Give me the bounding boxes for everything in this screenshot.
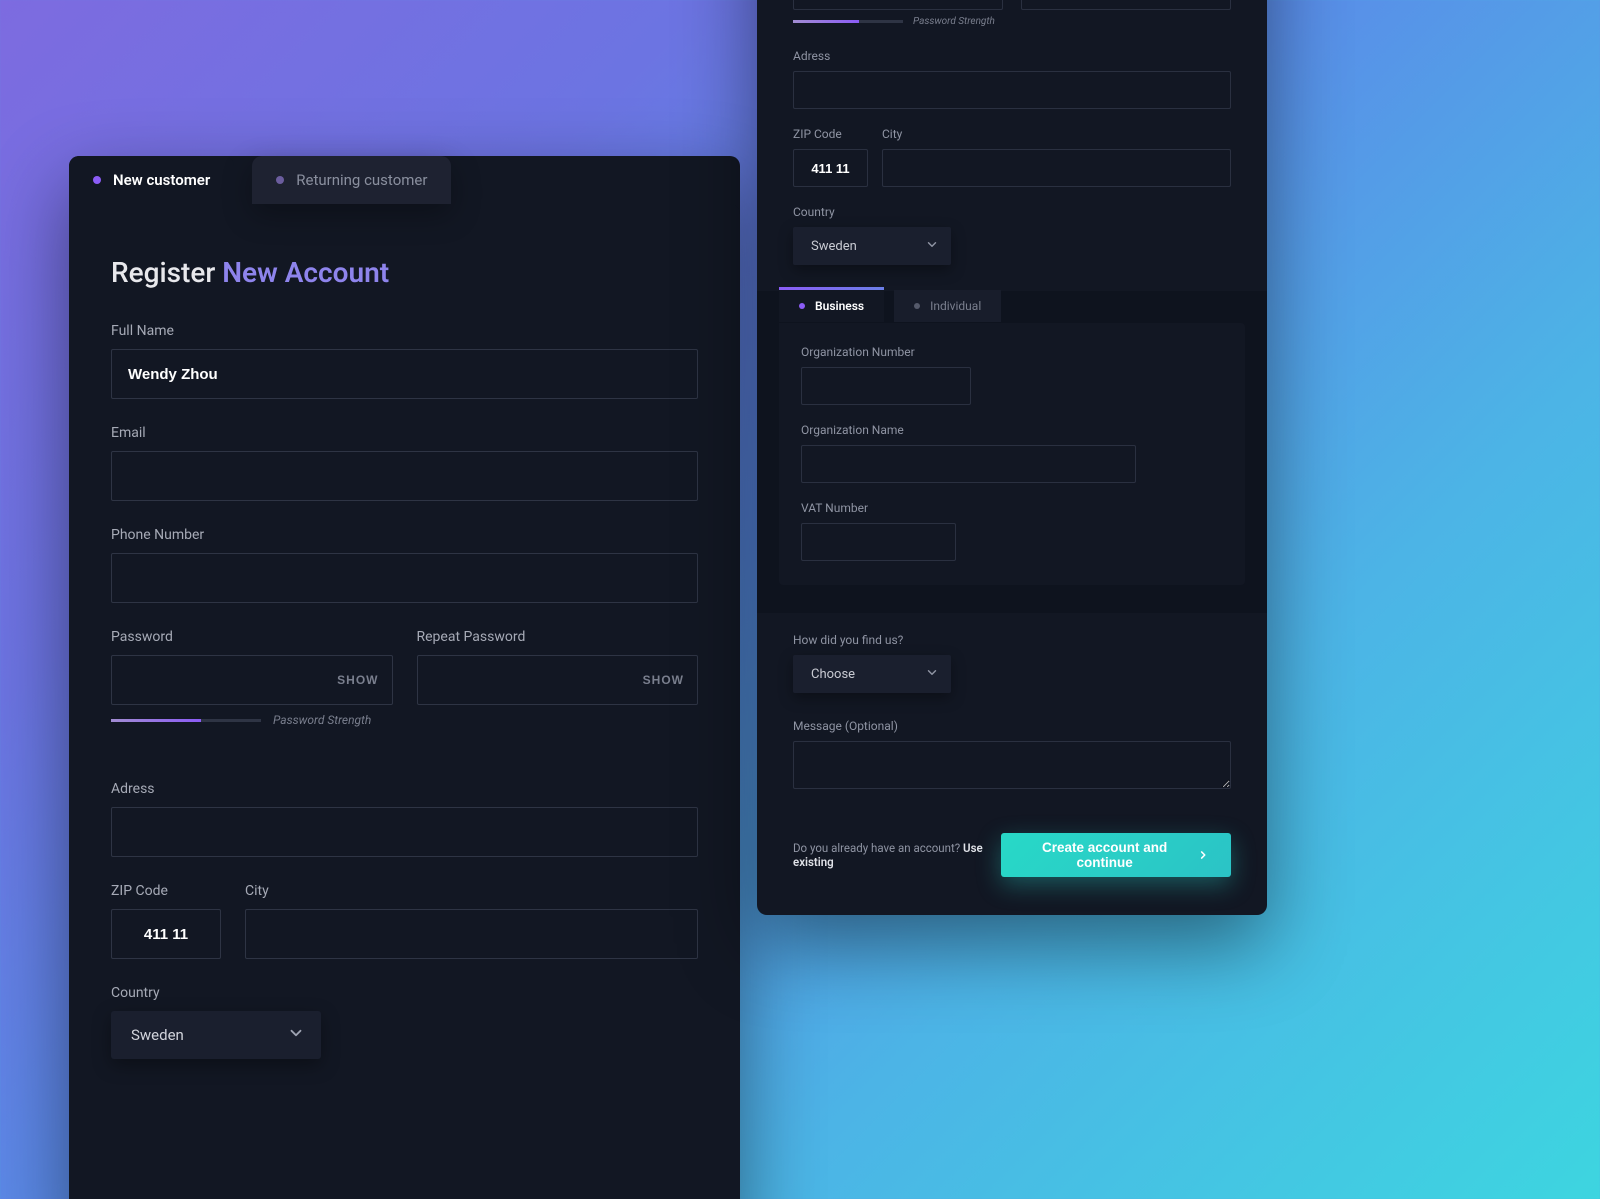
tab-dot-icon bbox=[93, 176, 101, 184]
country-select[interactable]: Sweden bbox=[111, 1011, 321, 1059]
city-field[interactable] bbox=[245, 909, 698, 959]
create-account-button[interactable]: Create account and continue bbox=[1001, 833, 1231, 877]
tab-dot-icon bbox=[276, 176, 284, 184]
password-strength-label-right: Password Strength bbox=[913, 16, 995, 27]
org-name-field[interactable] bbox=[801, 445, 1136, 483]
phone-field[interactable] bbox=[111, 553, 698, 603]
email-label: Email bbox=[111, 425, 698, 441]
country-label-right: Country bbox=[793, 205, 1231, 219]
phone-label: Phone Number bbox=[111, 527, 698, 543]
message-label: Message (Optional) bbox=[793, 719, 1231, 733]
password-field-right[interactable] bbox=[793, 0, 1003, 10]
tab-new-customer[interactable]: New customer bbox=[69, 156, 234, 204]
tab-dot-icon bbox=[799, 303, 805, 309]
org-name-label: Organization Name bbox=[801, 423, 1223, 437]
country-label: Country bbox=[111, 985, 698, 1001]
form-footer: Do you already have an account? Use exis… bbox=[793, 833, 1231, 877]
how-found-select[interactable]: Choose bbox=[793, 655, 951, 693]
country-selected-value-right: Sweden bbox=[811, 239, 857, 254]
business-panel: Organization Number Organization Name VA… bbox=[779, 323, 1245, 585]
address-label-right: Adress bbox=[793, 49, 1231, 63]
city-field-right[interactable] bbox=[882, 149, 1231, 187]
password-strength-label: Password Strength bbox=[273, 713, 371, 727]
address-field-right[interactable] bbox=[793, 71, 1231, 109]
tab-dot-icon bbox=[914, 303, 920, 309]
address-label: Adress bbox=[111, 781, 698, 797]
zip-label-right: ZIP Code bbox=[793, 127, 868, 141]
password-strength-bar bbox=[111, 719, 261, 722]
address-field[interactable] bbox=[111, 807, 698, 857]
org-number-label: Organization Number bbox=[801, 345, 1223, 359]
how-found-selected-value: Choose bbox=[811, 667, 855, 682]
tab-business[interactable]: Business bbox=[779, 287, 884, 322]
tab-new-customer-label: New customer bbox=[113, 171, 210, 189]
message-field[interactable] bbox=[793, 741, 1231, 789]
tab-individual-label: Individual bbox=[930, 299, 981, 313]
register-card-left: New customer Returning customer Register… bbox=[69, 156, 740, 1199]
country-selected-value: Sweden bbox=[131, 1026, 184, 1044]
full-name-field[interactable] bbox=[111, 349, 698, 399]
email-field[interactable] bbox=[111, 451, 698, 501]
already-text: Do you already have an account? bbox=[793, 841, 963, 855]
tab-returning-customer[interactable]: Returning customer bbox=[252, 156, 451, 204]
zip-field[interactable] bbox=[111, 909, 221, 959]
zip-field-right[interactable] bbox=[793, 149, 868, 187]
register-card-right: SHOW SHOW Password Strength Adress ZIP C… bbox=[757, 0, 1267, 915]
create-account-label: Create account and continue bbox=[1023, 840, 1187, 870]
title-plain: Register bbox=[111, 256, 222, 289]
password-label: Password bbox=[111, 629, 393, 645]
chevron-right-icon bbox=[1197, 848, 1209, 862]
already-have-account: Do you already have an account? Use exis… bbox=[793, 841, 1001, 869]
full-name-label: Full Name bbox=[111, 323, 698, 339]
city-label-right: City bbox=[882, 127, 1231, 141]
account-type-section: Business Individual Organization Number … bbox=[757, 291, 1267, 613]
customer-tabs: New customer Returning customer bbox=[69, 156, 740, 204]
org-number-field[interactable] bbox=[801, 367, 971, 405]
tab-returning-customer-label: Returning customer bbox=[296, 171, 427, 189]
zip-label: ZIP Code bbox=[111, 883, 221, 899]
register-form-body: Register New Account Full Name Email Pho… bbox=[69, 204, 740, 1199]
how-found-label: How did you find us? bbox=[793, 633, 1231, 647]
country-select-right[interactable]: Sweden bbox=[793, 227, 951, 265]
tab-business-label: Business bbox=[815, 299, 864, 313]
page-title: Register New Account bbox=[111, 256, 698, 289]
vat-label: VAT Number bbox=[801, 501, 1223, 515]
show-password-button[interactable]: SHOW bbox=[337, 673, 378, 687]
repeat-password-label: Repeat Password bbox=[417, 629, 699, 645]
password-strength-bar-right bbox=[793, 20, 903, 23]
title-accent: New Account bbox=[222, 256, 389, 289]
repeat-password-field-right[interactable] bbox=[1021, 0, 1231, 10]
city-label: City bbox=[245, 883, 698, 899]
account-type-tabs: Business Individual bbox=[779, 290, 1245, 322]
vat-field[interactable] bbox=[801, 523, 956, 561]
tab-individual[interactable]: Individual bbox=[894, 290, 1001, 322]
show-repeat-password-button[interactable]: SHOW bbox=[643, 673, 684, 687]
